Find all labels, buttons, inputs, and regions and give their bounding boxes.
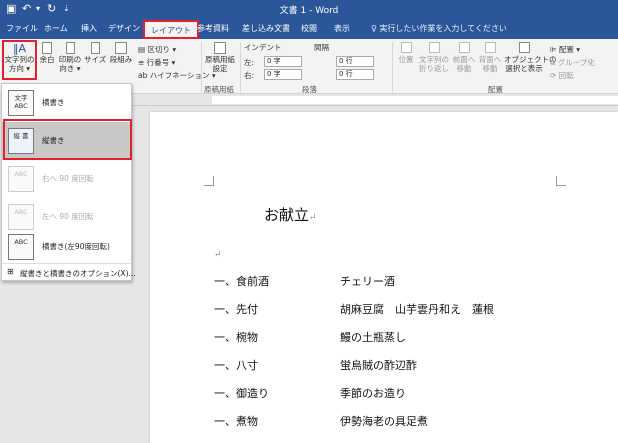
spacing-before-input[interactable]: 0 行 — [336, 56, 374, 67]
columns-button[interactable]: 段組み — [108, 42, 134, 64]
margin-corner-mark — [556, 176, 566, 186]
horizontal-rotated-icon: ABC — [8, 234, 34, 260]
margins-icon — [42, 42, 52, 54]
orientation-icon — [65, 42, 75, 54]
menu-dish: 蛍烏賊の酢辺酢 — [340, 359, 417, 372]
rotate-icon: ⟳ — [550, 71, 559, 80]
menu-course: 一、八寸 — [214, 359, 258, 372]
highlight-box — [2, 40, 37, 80]
horizontal-text-icon: 文字 ABC — [8, 90, 34, 116]
selection-pane-button[interactable]: オブジェクトの 選択と表示 — [504, 42, 557, 73]
group-button[interactable]: ⧉ グループ化 — [550, 57, 595, 68]
menu-course: 一、先付 — [214, 303, 258, 316]
indent-left-input[interactable]: 0 字 — [264, 56, 302, 67]
option-horizontal[interactable]: 文字 ABC 横書き — [2, 84, 131, 122]
tab-file[interactable]: ファイル — [6, 23, 38, 34]
spacing-after-input[interactable]: 0 行 — [336, 69, 374, 80]
send-backward-button[interactable]: 背面へ 移動 — [478, 42, 502, 73]
send-backward-icon — [484, 42, 496, 53]
menu-dish: チェリー酒 — [340, 275, 395, 288]
menu-course: 一、御造り — [214, 387, 269, 400]
position-button[interactable]: 位置 — [396, 42, 416, 64]
word-window: ▣ ↶ ▾ ↻ ⇣ 文書 1 - Word ファイル ホーム 挿入 デザイン レ… — [0, 0, 618, 443]
menu-course: 一、食前酒 — [214, 275, 269, 288]
margin-corner-mark — [204, 176, 214, 186]
paragraph-mark: ↵ — [309, 213, 317, 223]
spacing-label: 間隔 — [314, 43, 329, 52]
columns-icon — [115, 42, 127, 54]
tab-insert[interactable]: 挿入 — [81, 23, 97, 34]
document-page[interactable]: お献立↵ ↵ 一、食前酒 チェリー酒 一、先付 胡麻豆腐 山芋雲丹和え 蓮根 一… — [150, 112, 618, 443]
margins-button[interactable]: 余白 — [37, 42, 57, 64]
indent-label: インデント — [244, 43, 282, 52]
manuscript-icon — [214, 42, 226, 54]
text-direction-options[interactable]: ⊞ 縦書きと横書きのオプション(X)... — [2, 263, 136, 280]
tab-home[interactable]: ホーム — [44, 23, 68, 34]
wrap-text-button[interactable]: 文字列の 折り返し — [418, 42, 450, 73]
highlight-box — [3, 119, 132, 160]
options-icon: ⊞ — [7, 267, 14, 276]
tab-review[interactable]: 校閲 — [301, 23, 317, 34]
tell-me-box[interactable]: ♀ 実行したい作業を入力してください — [371, 23, 507, 34]
menu-dish: 鰻の土瓶蒸し — [340, 331, 406, 344]
bring-forward-button[interactable]: 前面へ 移動 — [452, 42, 476, 73]
position-icon — [400, 42, 412, 53]
tab-design[interactable]: デザイン — [108, 23, 140, 34]
tab-layout[interactable]: レイアウト — [143, 20, 199, 39]
tab-mailings[interactable]: 差し込み文書 — [242, 23, 290, 34]
window-title: 文書 1 - Word — [279, 6, 339, 16]
indent-right-label: 右: — [244, 71, 255, 80]
breaks-button[interactable]: ▤ 区切り ▾ — [138, 44, 176, 55]
line-numbers-icon: ≡ — [138, 58, 147, 67]
menu-dish: 胡麻豆腐 山芋雲丹和え 蓮根 — [340, 303, 494, 316]
ribbon-tab-bar: ファイル ホーム 挿入 デザイン レイアウト 参考資料 差し込み文書 校閲 表示… — [0, 19, 618, 39]
line-numbers-button[interactable]: ≡ 行番号 ▾ — [138, 57, 175, 68]
group-separator — [240, 42, 241, 92]
text-direction-dropdown: 文字 ABC 横書き 縦 書 縦書き ABC 右へ 90 度回転 ABC 左へ … — [1, 83, 136, 281]
bring-forward-icon — [458, 42, 470, 53]
paragraph-mark: ↵ — [214, 250, 222, 260]
manuscript-settings-button[interactable]: 原稿用紙 設定 — [203, 42, 237, 73]
size-button[interactable]: サイズ — [84, 42, 106, 64]
size-icon — [90, 42, 100, 54]
menu-course: 一、煮物 — [214, 415, 258, 428]
align-icon: ⊫ — [550, 45, 559, 54]
menu-dish: 伊勢海老の具足煮 — [340, 415, 428, 428]
menu-dish: 季節のお造り — [340, 387, 406, 400]
indent-left-label: 左: — [244, 58, 255, 67]
orientation-button[interactable]: 印刷の 向き ▾ — [58, 42, 82, 73]
horizontal-ruler[interactable] — [132, 94, 618, 106]
rotate-button[interactable]: ⟳ 回転 — [550, 70, 574, 81]
align-button[interactable]: ⊫ 配置 ▾ — [550, 44, 580, 55]
group-separator — [392, 42, 393, 92]
document-title: お献立↵ — [264, 206, 317, 224]
rotate-right-icon: ABC — [8, 166, 34, 192]
wrap-text-icon — [428, 42, 440, 53]
tab-view[interactable]: 表示 — [334, 23, 350, 34]
menu-course: 一、椀物 — [214, 331, 258, 344]
rotate-left-icon: ABC — [8, 204, 34, 230]
group-icon: ⧉ — [550, 58, 558, 67]
selection-pane-icon — [518, 42, 530, 53]
title-bar: ▣ ↶ ▾ ↻ ⇣ 文書 1 - Word — [0, 0, 618, 19]
hyphenation-icon: ab — [138, 71, 150, 80]
option-horizontal-rotated[interactable]: ABC 横書き(左90度回転) — [2, 228, 131, 262]
tab-references[interactable]: 参考資料 — [197, 23, 229, 34]
option-rotate-right[interactable]: ABC 右へ 90 度回転 — [2, 160, 131, 198]
group-separator — [201, 42, 202, 92]
indent-right-input[interactable]: 0 字 — [264, 69, 302, 80]
